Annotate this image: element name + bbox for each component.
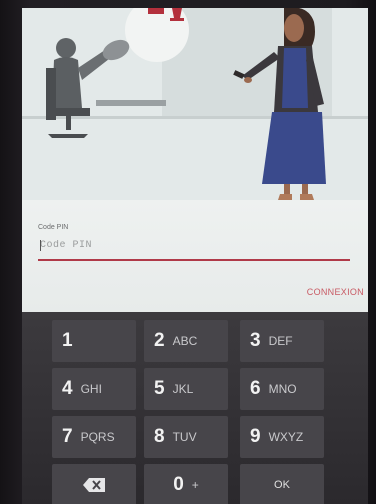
key-9[interactable]: 9 WXYZ <box>240 416 324 458</box>
numeric-keypad: 1 2 ABC 3 DEF 4 GHI 5 JKL 6 MNO 7 PQRS 8… <box>22 312 368 504</box>
key-letters: WXYZ <box>268 430 304 444</box>
key-letters: GHI <box>80 382 102 396</box>
key-digit: 8 <box>154 426 165 447</box>
key-letters: + <box>191 478 199 492</box>
text-cursor <box>40 240 41 251</box>
pin-input[interactable] <box>36 234 354 256</box>
key-letters: PQRS <box>80 430 115 444</box>
key-digit: 4 <box>62 378 73 399</box>
login-form: Code PIN CONNEXION <box>22 200 368 312</box>
key-digit: 0 <box>173 474 184 495</box>
key-letters: ABC <box>172 334 198 348</box>
key-3[interactable]: 3 DEF <box>240 320 324 362</box>
key-digit: 9 <box>250 426 261 447</box>
key-digit: 2 <box>154 330 165 351</box>
key-1[interactable]: 1 <box>52 320 136 362</box>
key-2[interactable]: 2 ABC <box>144 320 228 362</box>
login-button[interactable]: CONNEXION <box>307 287 364 297</box>
backspace-icon <box>83 478 105 492</box>
key-7[interactable]: 7 PQRS <box>52 416 136 458</box>
key-letters: DEF <box>268 334 293 348</box>
key-5[interactable]: 5 JKL <box>144 368 228 410</box>
key-digit: 1 <box>62 330 73 351</box>
pin-field-label: Code PIN <box>38 224 69 231</box>
key-0[interactable]: 0 + <box>144 464 228 504</box>
key-digit: 5 <box>154 378 165 399</box>
phone-screen: Code PIN CONNEXION 1 2 ABC 3 DEF 4 GHI 5… <box>22 8 368 504</box>
key-letters: TUV <box>172 430 197 444</box>
key-6[interactable]: 6 MNO <box>240 368 324 410</box>
pin-input-underline <box>38 259 350 261</box>
ok-button[interactable]: OK <box>240 464 324 504</box>
ok-label: OK <box>274 479 290 491</box>
key-letters: MNO <box>268 382 297 396</box>
key-digit: 6 <box>250 378 261 399</box>
key-digit: 7 <box>62 426 73 447</box>
key-letters: JKL <box>172 382 194 396</box>
key-digit: 3 <box>250 330 261 351</box>
key-4[interactable]: 4 GHI <box>52 368 136 410</box>
key-8[interactable]: 8 TUV <box>144 416 228 458</box>
login-illustration <box>22 8 368 200</box>
backspace-button[interactable] <box>52 464 136 504</box>
office-scene-illustration <box>22 8 368 200</box>
